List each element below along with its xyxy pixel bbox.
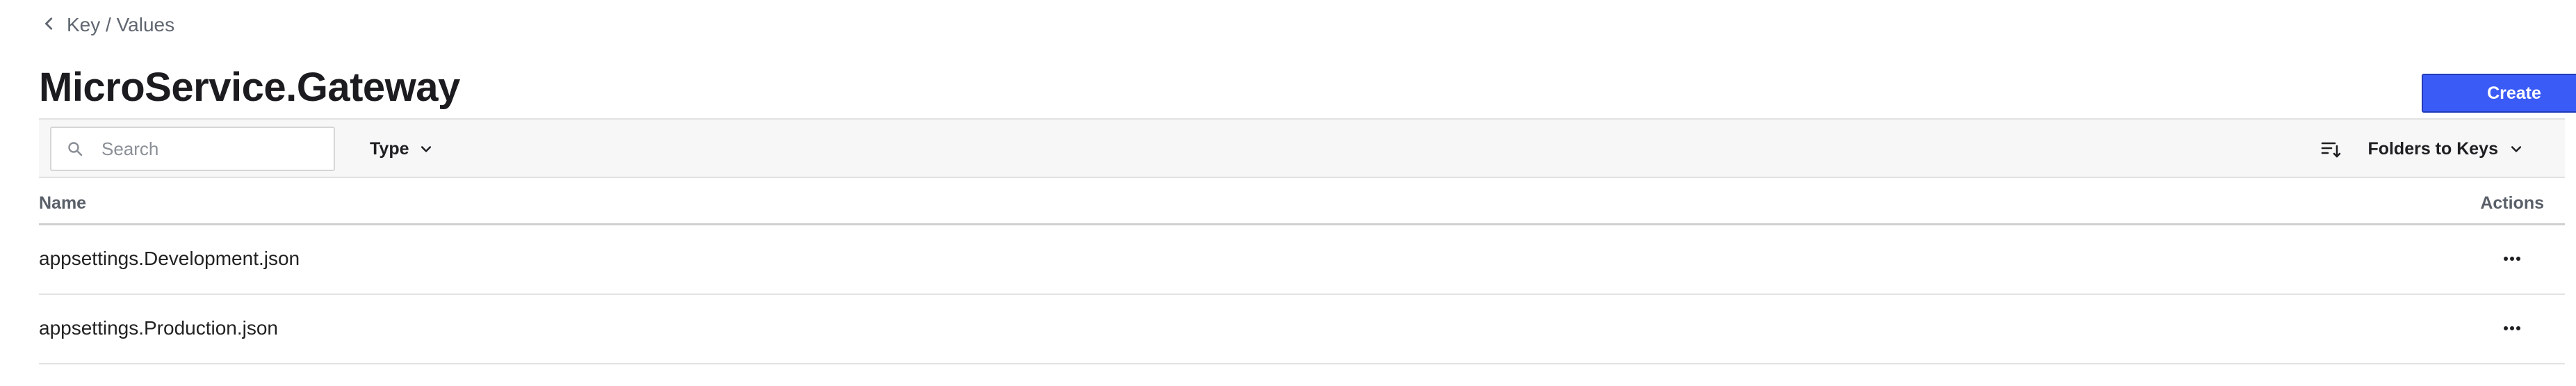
sort-icon	[2322, 142, 2341, 158]
toolbar: Type Folders to Keys	[39, 118, 2565, 178]
table-row[interactable]: appsettings.Production.json	[39, 295, 2565, 364]
search-box[interactable]	[50, 127, 335, 171]
table-row[interactable]: appsettings.Development.json	[39, 225, 2565, 295]
table-header: Name Actions	[39, 178, 2565, 225]
chevron-down-icon	[2511, 146, 2522, 152]
row-name[interactable]: appsettings.Production.json	[39, 317, 278, 339]
row-actions-button[interactable]	[2498, 314, 2526, 342]
type-filter-label: Type	[370, 138, 409, 159]
column-header-actions: Actions	[2480, 193, 2544, 213]
row-name[interactable]: appsettings.Development.json	[39, 248, 300, 270]
sort-label: Folders to Keys	[2367, 138, 2498, 159]
breadcrumb[interactable]: Key / Values	[42, 11, 174, 39]
sort-dropdown[interactable]: Folders to Keys	[2320, 135, 2523, 163]
column-header-name[interactable]: Name	[39, 193, 86, 214]
create-button[interactable]: Create	[2422, 74, 2576, 113]
breadcrumb-label[interactable]: Key / Values	[67, 14, 174, 36]
search-input[interactable]	[100, 134, 325, 163]
page-title: MicroService.Gateway	[39, 65, 460, 110]
chevron-left-icon	[42, 14, 57, 36]
row-actions-button[interactable]	[2498, 245, 2526, 273]
type-filter-dropdown[interactable]: Type	[370, 135, 433, 163]
more-horizontal-icon	[2504, 326, 2520, 330]
chevron-down-icon	[421, 146, 431, 152]
search-icon	[68, 142, 83, 156]
more-horizontal-icon	[2504, 257, 2520, 261]
